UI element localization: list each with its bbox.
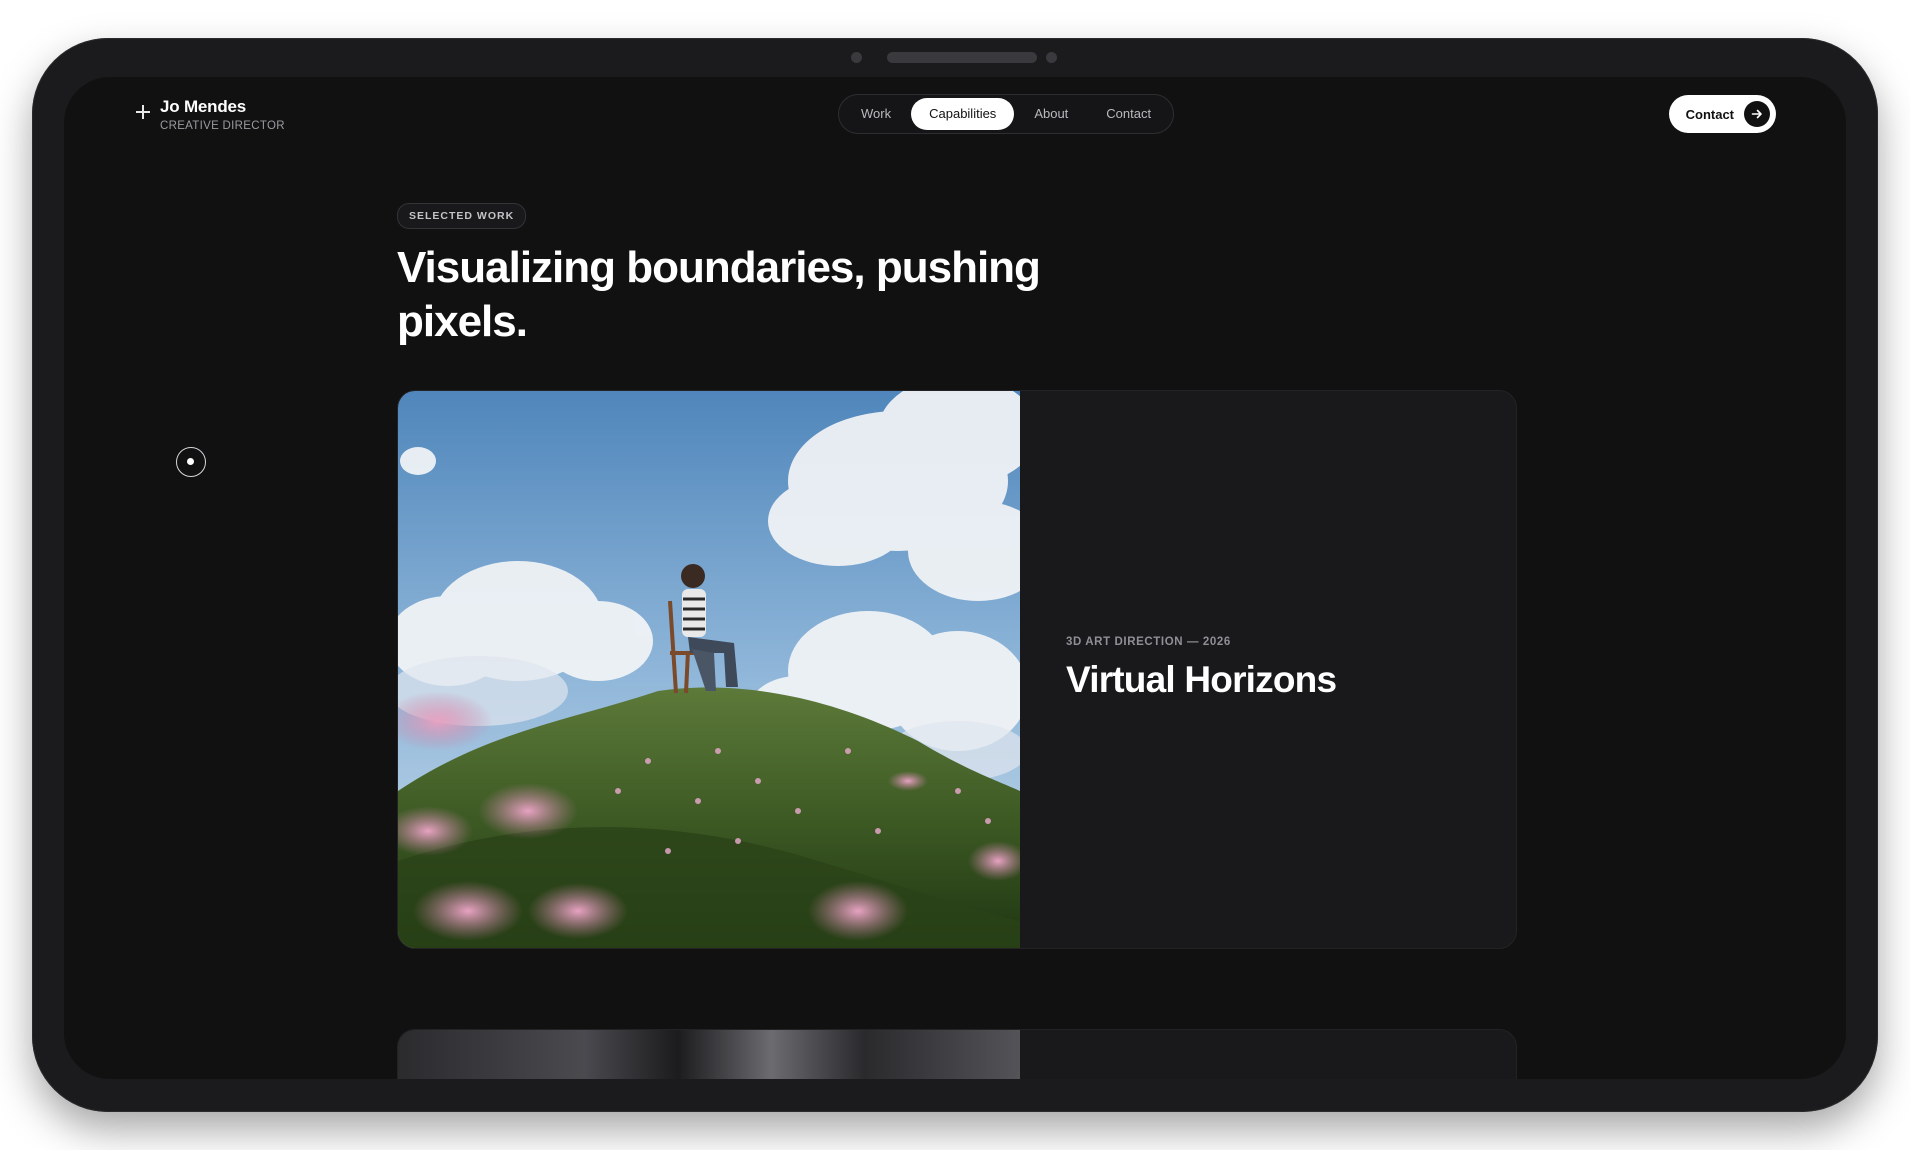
project-title: Virtual Horizons bbox=[1066, 659, 1337, 700]
arrow-right-icon bbox=[1744, 101, 1770, 127]
nav-item-work[interactable]: Work bbox=[843, 98, 909, 130]
nav-item-contact[interactable]: Contact bbox=[1088, 98, 1169, 130]
camera-dot bbox=[1046, 52, 1057, 63]
contact-button-label: Contact bbox=[1685, 106, 1734, 122]
scroll-indicator-icon[interactable] bbox=[176, 447, 206, 477]
brand-role: CREATIVE DIRECTOR bbox=[160, 120, 285, 132]
screen: Jo Mendes CREATIVE DIRECTOR Work Capabil… bbox=[64, 77, 1846, 1079]
device-frame: Jo Mendes CREATIVE DIRECTOR Work Capabil… bbox=[32, 38, 1878, 1112]
next-project-card[interactable] bbox=[397, 1029, 1517, 1079]
project-image bbox=[398, 391, 1020, 948]
next-project-image bbox=[398, 1030, 1020, 1079]
contact-button[interactable]: Contact bbox=[1668, 95, 1776, 133]
section-badge: SELECTED WORK bbox=[397, 203, 527, 229]
scroll-dot bbox=[187, 458, 194, 465]
plus-icon bbox=[136, 105, 150, 119]
project-card[interactable]: 3D ART DIRECTION — 2026 Virtual Horizons bbox=[397, 390, 1517, 949]
camera-dot bbox=[851, 52, 862, 63]
project-meta: 3D ART DIRECTION — 2026 bbox=[1066, 636, 1231, 648]
speaker-bar bbox=[887, 52, 1037, 63]
main-nav: Work Capabilities About Contact bbox=[838, 94, 1175, 134]
brand-name: Jo Mendes bbox=[160, 97, 247, 116]
nav-item-about[interactable]: About bbox=[1016, 98, 1086, 130]
nav-item-capabilities[interactable]: Capabilities bbox=[911, 98, 1015, 130]
page-headline: Visualizing boundaries, pushing pixels. bbox=[397, 243, 1041, 346]
